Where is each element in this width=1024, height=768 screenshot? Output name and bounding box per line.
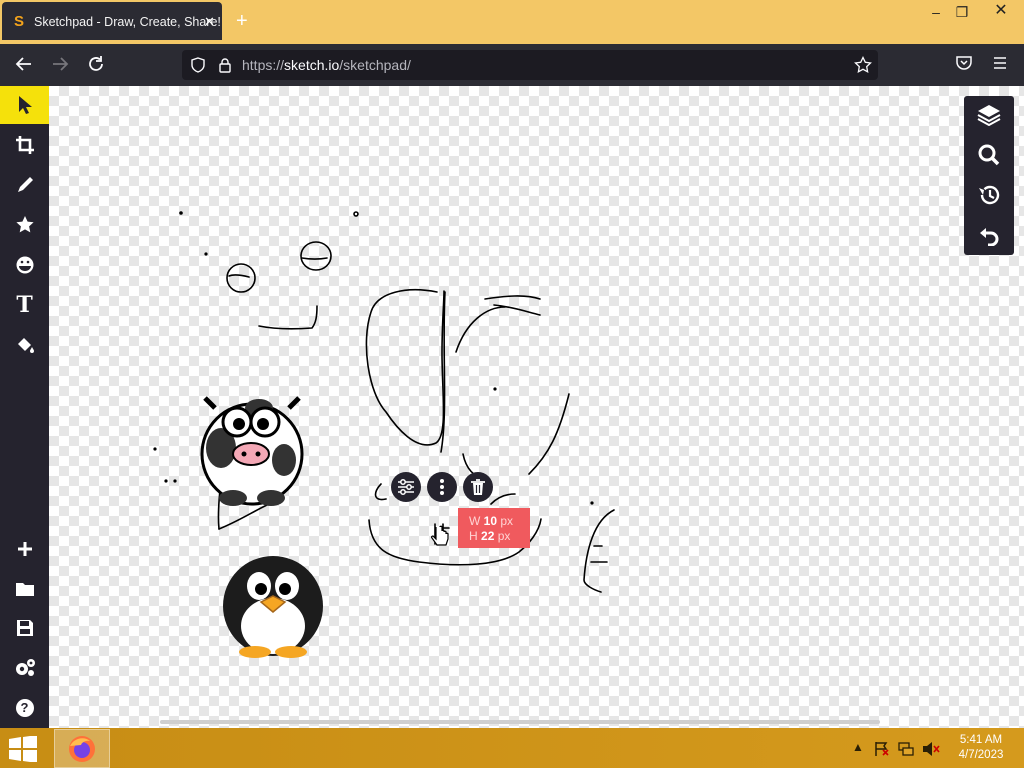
windows-start-icon[interactable] [8,736,38,762]
layers-icon [977,105,1001,126]
url-prefix: https:// [242,57,285,73]
selection-size-tooltip: W 10 px H 22 px [458,508,530,548]
url-path: /sketchpad/ [339,57,411,73]
volume-muted-icon[interactable] [922,741,940,757]
paint-bucket-icon [17,338,34,353]
sticker-tool-button[interactable] [0,246,49,284]
horizontal-scrollbar[interactable] [160,720,880,724]
minimize-button[interactable]: – [924,4,948,20]
help-label: ? [20,700,29,715]
url-host: sketch.io [284,57,340,73]
add-button[interactable] [0,530,49,568]
penguin-sticker-image[interactable] [221,556,325,660]
vertical-dots-icon [440,479,444,495]
tab-close-icon[interactable]: ✕ [204,14,215,30]
action-center-flag-icon[interactable] [874,741,890,757]
history-clock-icon [979,185,1000,205]
address-bar[interactable]: https://sketch.io/sketchpad/ [182,50,878,80]
layers-button[interactable] [964,96,1014,134]
lock-icon[interactable] [218,57,232,73]
delete-button[interactable] [463,472,493,502]
restore-button[interactable]: ❐ [950,4,974,21]
shape-tool-button[interactable] [0,206,49,244]
open-button[interactable] [0,570,49,608]
reload-icon[interactable] [86,54,106,74]
width-label: W [469,514,481,528]
trash-icon [471,479,485,495]
shield-icon[interactable] [190,57,206,73]
gears-icon [15,659,35,676]
zoom-button[interactable] [964,136,1014,174]
star-icon [15,216,34,233]
arrow-cursor-icon [18,96,32,114]
menu-icon[interactable] [991,54,1009,72]
text-tool-button[interactable]: T [0,286,49,324]
system-clock[interactable]: 5:41 AM 4/7/2023 [946,733,1016,763]
firefox-taskbar-button[interactable] [54,729,110,768]
height-value: 22 [481,529,495,543]
width-value: 10 [483,514,498,528]
width-unit: px [500,514,514,528]
sliders-icon [398,479,414,495]
fill-tool-button[interactable] [0,326,49,364]
right-toolbar [964,96,1014,255]
forward-icon[interactable] [50,54,70,74]
left-toolbar: T ? [0,86,49,728]
height-unit: px [497,529,511,543]
magnifier-icon [978,144,1000,166]
height-label: H [469,529,478,543]
network-icon[interactable] [898,741,914,757]
back-icon[interactable] [14,54,34,74]
select-tool-button[interactable] [0,86,49,124]
navigation-bar: https://sketch.io/sketchpad/ [0,44,1024,86]
url-text[interactable]: https://sketch.io/sketchpad/ [242,57,411,73]
folder-icon [15,583,34,596]
settings-button[interactable] [0,649,49,687]
undo-arrow-icon [980,228,999,246]
sketchpad-favicon-icon: S [13,13,24,30]
active-tab[interactable]: S Sketchpad - Draw, Create, Share! ✕ [2,2,222,40]
canvas-drawings[interactable] [49,86,1024,728]
more-options-button[interactable] [427,472,457,502]
tab-title: Sketchpad - Draw, Create, Share! [34,15,221,29]
close-window-button[interactable]: ✕ [978,0,1024,24]
question-mark-icon: ? [15,699,34,717]
drawing-canvas[interactable] [49,86,1024,728]
clock-date: 4/7/2023 [958,749,1004,761]
clock-time: 5:41 AM [959,734,1003,746]
text-tool-icon: T [16,292,33,318]
sticker-face-icon [16,256,33,274]
firefox-icon [69,736,95,762]
pencil-icon [17,177,33,192]
hand-cursor-icon [431,525,449,546]
floppy-disk-icon [16,620,33,636]
pencil-tool-button[interactable] [0,166,49,204]
tab-bar: S Sketchpad - Draw, Create, Share! ✕ + –… [0,0,1024,44]
history-button[interactable] [964,176,1014,214]
bookmark-star-icon[interactable] [854,56,872,74]
new-tab-button[interactable]: + [236,10,248,33]
tray-overflow-icon[interactable]: ▲ [852,740,864,754]
help-button[interactable]: ? [0,689,49,727]
pocket-icon[interactable] [955,54,973,72]
undo-button[interactable] [964,216,1014,254]
adjust-settings-button[interactable] [391,472,421,502]
cow-sticker-image[interactable] [199,388,305,510]
windows-taskbar: ▲ 5:41 AM 4/7/2023 [0,728,1024,768]
save-button[interactable] [0,609,49,647]
plus-icon [17,542,32,556]
crop-tool-button[interactable] [0,126,49,164]
crop-icon [15,136,34,154]
